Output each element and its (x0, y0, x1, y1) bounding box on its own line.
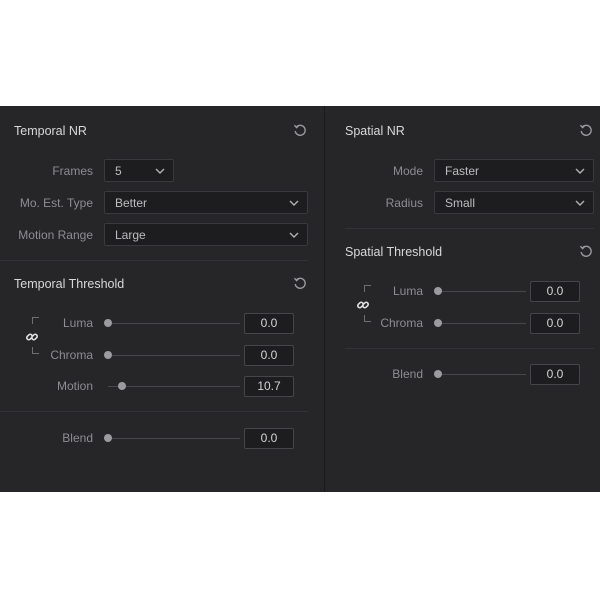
temporal-chroma-label: Chroma (50, 348, 93, 362)
temporal-chroma-slider[interactable] (108, 355, 240, 356)
noise-reduction-panel: Temporal NR Frames 5 Mo. Est. Type Bette… (0, 106, 600, 492)
spatial-luma-slider-knob[interactable] (434, 287, 442, 295)
temporal-luma-slider[interactable] (108, 323, 240, 324)
chevron-down-icon (289, 232, 299, 238)
spatial-luma-value[interactable]: 0.0 (530, 281, 580, 302)
mo-est-type-value: Better (115, 196, 148, 210)
temporal-blend-slider[interactable] (108, 438, 240, 439)
temporal-threshold-title: Temporal Threshold (14, 277, 125, 291)
spatial-chroma-label: Chroma (380, 316, 423, 330)
temporal-luma-slider-knob[interactable] (104, 319, 112, 327)
spatial-chroma-slider-knob[interactable] (434, 319, 442, 327)
spatial-luma-label: Luma (392, 284, 423, 298)
spatial-threshold-title: Spatial Threshold (345, 245, 443, 259)
motion-slider[interactable] (108, 386, 240, 387)
chevron-down-icon (289, 200, 299, 206)
section-divider (345, 348, 594, 349)
chevron-down-icon (575, 200, 585, 206)
spatial-blend-label: Blend (392, 367, 423, 381)
temporal-threshold-reset-icon[interactable] (293, 276, 307, 290)
temporal-blend-value[interactable]: 0.0 (244, 428, 294, 449)
radius-dropdown[interactable]: Small (434, 191, 594, 214)
temporal-blend-slider-knob[interactable] (104, 434, 112, 442)
mode-dropdown[interactable]: Faster (434, 159, 594, 182)
frames-value: 5 (115, 164, 122, 178)
spatial-luma-slider[interactable] (438, 291, 526, 292)
mode-value: Faster (445, 164, 480, 178)
link-icon[interactable] (356, 298, 370, 312)
spatial-chroma-slider[interactable] (438, 323, 526, 324)
mo-est-type-label: Mo. Est. Type (19, 196, 93, 210)
spatial-nr-reset-icon[interactable] (579, 123, 593, 137)
temporal-nr-title: Temporal NR (14, 124, 87, 138)
mode-label: Mode (392, 164, 423, 178)
spatial-nr-title: Spatial NR (345, 124, 405, 138)
spatial-chroma-value[interactable]: 0.0 (530, 313, 580, 334)
motion-range-label: Motion Range (18, 228, 93, 242)
chevron-down-icon (575, 168, 585, 174)
section-divider (0, 411, 308, 412)
section-divider (0, 260, 308, 261)
radius-value: Small (445, 196, 476, 210)
chevron-down-icon (155, 168, 165, 174)
spatial-blend-slider-knob[interactable] (434, 370, 442, 378)
temporal-nr-reset-icon[interactable] (293, 123, 307, 137)
frames-dropdown[interactable]: 5 (104, 159, 174, 182)
spatial-threshold-reset-icon[interactable] (579, 244, 593, 258)
temporal-chroma-value[interactable]: 0.0 (244, 345, 294, 366)
link-icon[interactable] (25, 330, 39, 344)
motion-slider-knob[interactable] (118, 382, 127, 390)
temporal-chroma-slider-knob[interactable] (104, 351, 112, 359)
spatial-blend-value[interactable]: 0.0 (530, 364, 580, 385)
motion-range-dropdown[interactable]: Large (104, 223, 308, 246)
temporal-blend-label: Blend (62, 431, 93, 445)
frames-label: Frames (52, 164, 93, 178)
temporal-luma-label: Luma (62, 316, 93, 330)
motion-label: Motion (56, 379, 93, 393)
mo-est-type-dropdown[interactable]: Better (104, 191, 308, 214)
motion-value[interactable]: 10.7 (244, 376, 294, 397)
section-divider (345, 228, 594, 229)
temporal-luma-value[interactable]: 0.0 (244, 313, 294, 334)
motion-range-value: Large (115, 228, 146, 242)
spatial-blend-slider[interactable] (438, 374, 526, 375)
radius-label: Radius (385, 196, 423, 210)
